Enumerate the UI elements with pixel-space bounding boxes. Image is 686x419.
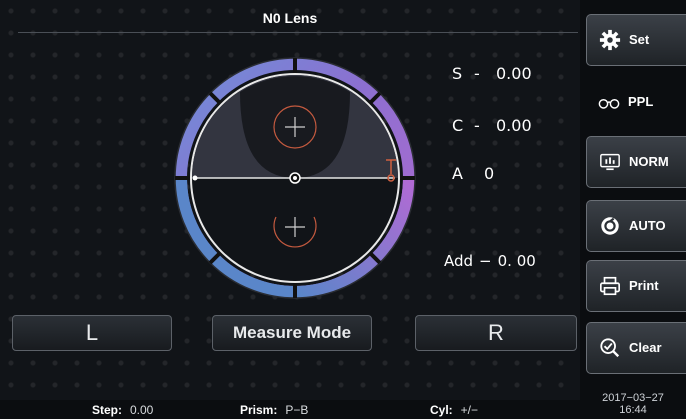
gear-icon [599, 29, 621, 51]
clear-icon [600, 338, 620, 358]
clear-button[interactable]: Clear [586, 322, 686, 374]
axis-left-dot [192, 175, 198, 181]
lensmeter-screen: N0 Lens S - 0.00 C - 0.00 A 0 Add − 0. 0… [0, 0, 686, 419]
cylinder-value: 0.00 [496, 116, 532, 135]
measure-mode-button[interactable]: Measure Mode [212, 315, 372, 351]
auto-button[interactable]: AUTO [586, 200, 686, 252]
cyl-status: Cyl: +/− [430, 403, 479, 417]
add-readout: Add −0. 00 [444, 252, 536, 270]
ppl-label: PPL [628, 94, 654, 109]
set-label: Set [629, 32, 650, 47]
right-lens-button[interactable]: R [415, 315, 577, 351]
auto-icon [601, 217, 619, 235]
clear-label: Clear [629, 340, 662, 355]
left-lens-button[interactable]: L [12, 315, 172, 351]
auto-label: AUTO [629, 218, 666, 233]
ppl-indicator: PPL [586, 82, 686, 122]
step-status: Step: 0.00 [92, 403, 154, 417]
print-button[interactable]: Print [586, 260, 686, 312]
set-button[interactable]: Set [586, 14, 686, 66]
cylinder-readout: C -0.00 [452, 116, 532, 135]
add-value: 0. 00 [497, 252, 536, 270]
glasses-icon [598, 98, 620, 109]
lens-dial [174, 57, 416, 299]
datetime-display: 2017−03−27 16:44 [580, 392, 686, 416]
status-bar: Step: 0.00 Prism: P−B Cyl: +/− [0, 400, 580, 419]
prism-status: Prism: P−B [240, 403, 309, 417]
sphere-value: 0.00 [496, 64, 532, 83]
norm-label: NORM [629, 154, 669, 169]
print-label: Print [629, 278, 659, 293]
axis-readout: A0 [452, 164, 495, 183]
norm-button[interactable]: NORM [586, 136, 686, 188]
time-text: 16:44 [619, 404, 647, 416]
date-text: 2017−03−27 [602, 392, 664, 404]
printer-icon [600, 276, 620, 296]
measurement-panel: N0 Lens S - 0.00 C - 0.00 A 0 Add − 0. 0… [0, 0, 580, 400]
sidebar: Set PPL NORM AUTO Print Clear 2017−03−27… [580, 0, 686, 419]
axis-value: 0 [484, 164, 495, 183]
monitor-icon [600, 153, 620, 171]
center-target-icon [289, 172, 301, 184]
sphere-readout: S -0.00 [452, 64, 532, 83]
